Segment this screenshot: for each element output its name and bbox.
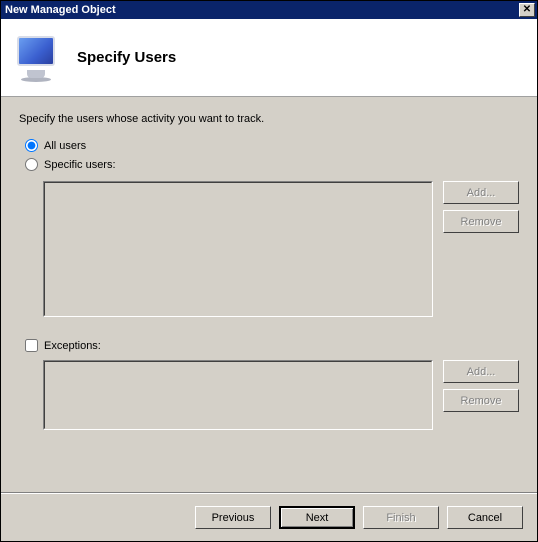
exceptions-buttons: Add... Remove [443,360,519,430]
specific-users-listbox[interactable] [43,181,433,317]
exceptions-listbox[interactable] [43,360,433,430]
remove-exception-button[interactable]: Remove [443,389,519,412]
cancel-button[interactable]: Cancel [447,506,523,529]
previous-button[interactable]: Previous [195,506,271,529]
radio-specific-users[interactable] [25,158,38,171]
wizard-window: New Managed Object ✕ Specify Users Speci… [0,0,538,542]
page-title: Specify Users [77,49,176,66]
title-bar: New Managed Object ✕ [1,1,537,19]
wizard-header: Specify Users [1,19,537,97]
close-icon: ✕ [523,4,531,15]
finish-button[interactable]: Finish [363,506,439,529]
exceptions-check-row[interactable]: Exceptions: [19,339,519,352]
exceptions-label: Exceptions: [44,340,101,352]
wizard-content: Specify the users whose activity you wan… [1,97,537,493]
add-user-button[interactable]: Add... [443,181,519,204]
specific-users-buttons: Add... Remove [443,181,519,317]
specific-users-area: Add... Remove [43,181,519,317]
radio-all-users-row[interactable]: All users [19,139,519,152]
close-button[interactable]: ✕ [519,3,535,17]
radio-specific-users-row[interactable]: Specific users: [19,158,519,171]
exceptions-checkbox[interactable] [25,339,38,352]
remove-user-button[interactable]: Remove [443,210,519,233]
add-exception-button[interactable]: Add... [443,360,519,383]
next-button[interactable]: Next [279,506,355,529]
window-title: New Managed Object [3,4,519,16]
instruction-text: Specify the users whose activity you wan… [19,113,519,125]
radio-specific-users-label: Specific users: [44,159,116,171]
monitor-icon [13,34,61,82]
radio-all-users[interactable] [25,139,38,152]
radio-all-users-label: All users [44,140,86,152]
exceptions-area: Add... Remove [43,360,519,430]
wizard-footer: Previous Next Finish Cancel [1,493,537,541]
